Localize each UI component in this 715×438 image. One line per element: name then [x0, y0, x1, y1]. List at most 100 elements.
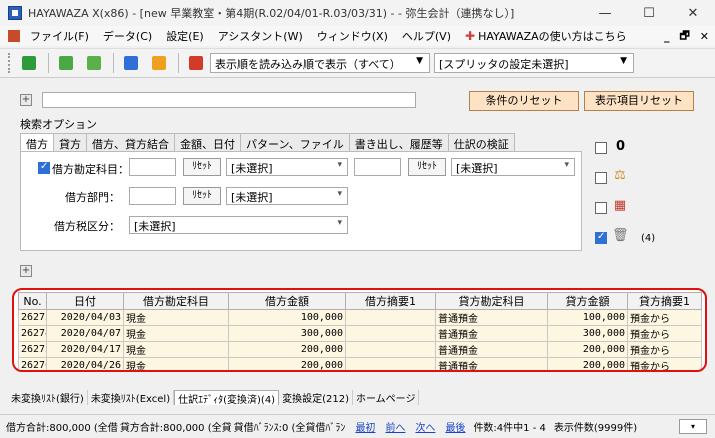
splitter-select[interactable]: [スプリッタの設定未選択] ▼ [434, 53, 634, 73]
cell-debit-amount[interactable]: 200,000 [228, 341, 346, 358]
reset-conditions-button[interactable]: 条件のリセット [469, 91, 579, 111]
cell-date[interactable]: 2020/04/03 [46, 309, 124, 326]
cell-debit-account[interactable]: 現金 [123, 325, 229, 342]
sort-order-select[interactable]: 表示順を読み込み順で表示（すべて） ▼ [210, 53, 430, 73]
col-header-credit-amount[interactable]: 貸方金額 [547, 292, 628, 310]
tab-combined[interactable]: 借方、貸方結合 [86, 133, 175, 151]
col-header-credit-account[interactable]: 貸方勘定科目 [435, 292, 548, 310]
debit-dept-select[interactable]: [未選択] ▾ [226, 187, 348, 205]
tab-homepage[interactable]: ホームページ [353, 390, 420, 405]
cell-credit-account[interactable]: 普通預金 [435, 357, 548, 370]
cell-debit-memo[interactable] [345, 357, 436, 370]
maximize-button[interactable]: ☐ [627, 0, 671, 26]
cell-credit-amount[interactable]: 300,000 [547, 325, 628, 342]
tab-credit[interactable]: 貸方 [53, 133, 87, 151]
cell-date[interactable]: 2020/04/07 [46, 325, 124, 342]
debit-dept-code-input[interactable] [129, 187, 176, 205]
cell-credit-amount[interactable]: 200,000 [547, 341, 628, 358]
grid-expand-plus-icon[interactable]: + [20, 265, 32, 277]
tab-verify[interactable]: 仕訳の検証 [447, 133, 515, 151]
cell-debit-amount[interactable]: 100,000 [228, 309, 346, 326]
tab-conversion-settings[interactable]: 変換設定(212) [279, 390, 353, 405]
cell-credit-memo[interactable]: 預金から [627, 357, 702, 370]
reset-display-button[interactable]: 表示項目リセット [584, 91, 694, 111]
debit-account-reset-button-2[interactable]: ﾘｾｯﾄ [408, 158, 446, 176]
debit-account-reset-button[interactable]: ﾘｾｯﾄ [183, 158, 221, 176]
col-header-no[interactable]: No. [18, 292, 47, 310]
side-checkbox-0[interactable] [595, 142, 607, 154]
first-page-link[interactable]: 最初 [355, 419, 375, 434]
menu-help-link[interactable]: ✚ HAYAWAZAの使い方はこちら [458, 28, 634, 44]
tab-unconverted-excel[interactable]: 未変換ﾘｽﾄ(Excel) [88, 390, 175, 405]
cell-credit-account[interactable]: 普通預金 [435, 325, 548, 342]
cell-no[interactable]: 26273 [18, 309, 47, 326]
cell-date[interactable]: 2020/04/26 [46, 357, 124, 370]
debit-account-select[interactable]: [未選択] ▾ [226, 158, 348, 176]
mdi-close-button[interactable]: ✕ [700, 30, 709, 43]
cell-credit-memo[interactable]: 預金から [627, 325, 702, 342]
toolbar-delete-button[interactable] [185, 52, 207, 74]
expand-plus-icon[interactable]: + [20, 94, 32, 106]
col-header-credit-memo[interactable]: 貸方摘要1 [627, 292, 702, 310]
toolbar-upload-button[interactable] [120, 52, 142, 74]
last-page-link[interactable]: 最後 [445, 419, 465, 434]
prev-page-link[interactable]: 前へ [385, 419, 405, 434]
tab-amount-date[interactable]: 金額、日付 [174, 133, 241, 151]
col-header-debit-amount[interactable]: 借方金額 [228, 292, 346, 310]
cell-debit-memo[interactable] [345, 341, 436, 358]
cell-credit-account[interactable]: 普通預金 [435, 309, 548, 326]
table-row[interactable]: 26273 2020/04/03 現金 100,000 普通預金 100,000… [18, 309, 702, 326]
close-button[interactable]: ✕ [671, 0, 715, 26]
col-header-debit-account[interactable]: 借方勘定科目 [123, 292, 229, 310]
side-checkbox-trash[interactable] [595, 231, 607, 244]
cell-date[interactable]: 2020/04/17 [46, 341, 124, 358]
cell-credit-memo[interactable]: 預金から [627, 341, 702, 358]
cell-debit-account[interactable]: 現金 [123, 341, 229, 358]
menu-settings[interactable]: 設定(E) [159, 28, 211, 44]
cell-debit-account[interactable]: 現金 [123, 309, 229, 326]
cell-credit-memo[interactable]: 預金から [627, 309, 702, 326]
col-header-date[interactable]: 日付 [46, 292, 124, 310]
debit-account-select-2[interactable]: [未選択] ▾ [451, 158, 575, 176]
cell-credit-amount[interactable]: 200,000 [547, 357, 628, 370]
col-header-debit-memo[interactable]: 借方摘要1 [345, 292, 436, 310]
menu-data[interactable]: データ(C) [96, 28, 159, 44]
menu-help[interactable]: ヘルプ(V) [395, 28, 458, 44]
toolbar-sheet-button[interactable] [55, 52, 77, 74]
toolbar-note-button[interactable] [148, 52, 170, 74]
cell-debit-memo[interactable] [345, 325, 436, 342]
debit-account-checkbox[interactable] [38, 161, 50, 174]
minimize-button[interactable]: — [583, 0, 627, 26]
next-page-link[interactable]: 次へ [415, 419, 435, 434]
debit-account-code-input[interactable] [129, 158, 176, 176]
cell-no[interactable]: 26274 [18, 325, 47, 342]
tab-journal-editor[interactable]: 仕訳ｴﾃﾞｨﾀ(変換済)(4) [174, 390, 280, 406]
debit-account-code-input-2[interactable] [354, 158, 401, 176]
filter-input[interactable] [42, 92, 416, 108]
tab-pattern-file[interactable]: パターン、ファイル [240, 133, 350, 151]
side-checkbox-balance[interactable] [595, 172, 607, 184]
status-dropdown-button[interactable]: ▾ [679, 419, 707, 434]
cell-no[interactable]: 26276 [18, 357, 47, 370]
cell-credit-amount[interactable]: 100,000 [547, 309, 628, 326]
cell-debit-amount[interactable]: 300,000 [228, 325, 346, 342]
table-row[interactable]: 26275 2020/04/17 現金 200,000 普通預金 200,000… [18, 341, 702, 358]
cell-debit-memo[interactable] [345, 309, 436, 326]
table-row[interactable]: 26276 2020/04/26 現金 200,000 普通預金 200,000… [18, 357, 702, 370]
table-row[interactable]: 26274 2020/04/07 現金 300,000 普通預金 300,000… [18, 325, 702, 342]
tab-debit[interactable]: 借方 [20, 133, 54, 152]
cell-no[interactable]: 26275 [18, 341, 47, 358]
mdi-restore-button[interactable]: 🗗 [679, 27, 689, 46]
menu-file[interactable]: ファイル(F) [23, 28, 96, 44]
cell-debit-account[interactable]: 現金 [123, 357, 229, 370]
debit-tax-select[interactable]: [未選択] ▾ [129, 216, 348, 234]
mdi-minimize-button[interactable]: _ [664, 30, 670, 43]
menu-assistant[interactable]: アシスタント(W) [211, 28, 310, 44]
menu-window[interactable]: ウィンドウ(X) [310, 28, 395, 44]
side-checkbox-calendar[interactable] [595, 202, 607, 214]
toolbar-import-button[interactable] [18, 52, 40, 74]
debit-dept-reset-button[interactable]: ﾘｾｯﾄ [183, 187, 221, 205]
tab-unconverted-bank[interactable]: 未変換ﾘｽﾄ(銀行) [8, 390, 88, 405]
toolbar-edit-button[interactable] [83, 52, 105, 74]
cell-debit-amount[interactable]: 200,000 [228, 357, 346, 370]
